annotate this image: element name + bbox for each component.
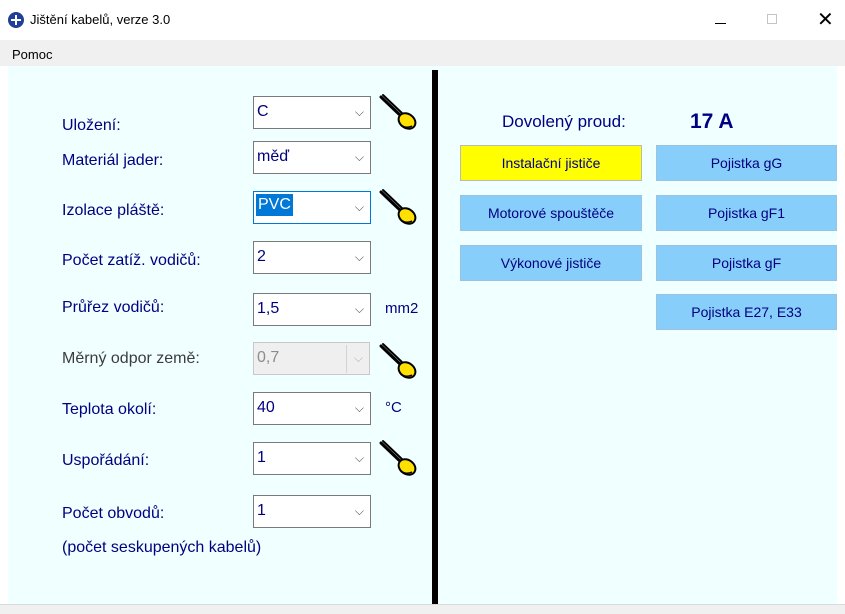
pointing-hand-icon[interactable] (378, 438, 418, 478)
label-usporadani: Uspořádání: (62, 452, 150, 469)
label-pocet-zatiz-vodicu: Počet zatíž. vodičů: (62, 252, 201, 269)
combo-value: PVC (256, 194, 293, 216)
label-teplota-okoli: Teplota okolí: (62, 401, 157, 418)
chevron-down-icon: ⌵ (354, 451, 364, 465)
close-button[interactable]: ✕ (799, 0, 845, 38)
menu-item-pomoc[interactable]: Pomoc (12, 47, 52, 62)
combo-value: 2 (257, 248, 266, 265)
panel-divider (432, 70, 438, 604)
combo-pocet-obvodu[interactable]: 1 ⌵ (253, 495, 371, 528)
note-pocet-seskupenych: (počet seskupených kabelů) (62, 539, 262, 556)
pojistka-gg-button[interactable]: Pojistka gG (656, 145, 837, 181)
chevron-down-icon: ⌵ (354, 401, 364, 415)
combo-prurez-vodicu[interactable]: 1,5 ⌵ (253, 293, 371, 326)
label-izolace-plaste: Izolace pláště: (62, 202, 165, 219)
chevron-down-icon: ⌵ (354, 504, 364, 518)
combo-value: 1,5 (257, 300, 280, 317)
combo-value: 40 (257, 399, 275, 416)
label-prurez-vodicu: Průřez vodičů: (62, 299, 165, 316)
combo-pocet-zatiz-vodicu[interactable]: 2 ⌵ (253, 241, 371, 274)
label-ulozeni: Uložení: (62, 117, 121, 134)
label-merny-odpor-zeme: Měrný odpor země: (62, 350, 200, 367)
pointing-hand-icon[interactable] (378, 92, 418, 132)
pojistka-e27-e33-button[interactable]: Pojistka E27, E33 (656, 294, 837, 330)
motorove-spoustece-button[interactable]: Motorové spouštěče (460, 195, 642, 231)
instalacni-jistice-button[interactable]: Instalační jističe (460, 145, 642, 181)
maximize-icon (767, 14, 777, 24)
menu-bar: Pomoc (0, 40, 845, 66)
allowed-current-value: 17 A (690, 110, 734, 133)
pointing-hand-icon[interactable] (378, 341, 418, 381)
pointing-hand-icon[interactable] (378, 187, 418, 227)
minimize-button[interactable] (702, 0, 748, 38)
pojistka-gf1-button[interactable]: Pojistka gF1 (656, 195, 837, 231)
combo-value: 1 (257, 502, 266, 519)
app-plus-icon (8, 12, 24, 28)
combo-value: měď (257, 148, 290, 165)
allowed-current-label: Dovolený proud: (502, 112, 626, 131)
label-material-jader: Materiál jader: (62, 152, 164, 169)
combo-izolace-plaste[interactable]: PVC ⌵ (253, 191, 371, 224)
maximize-button[interactable] (748, 0, 794, 38)
combo-value: 1 (257, 449, 266, 466)
combo-material-jader[interactable]: měď ⌵ (253, 141, 371, 174)
chevron-down-icon: ⌵ (354, 200, 364, 214)
unit-mm2: mm2 (385, 300, 419, 317)
combo-merny-odpor-zeme: 0,7 ⌵ (253, 342, 370, 375)
minimize-icon (715, 23, 726, 24)
bottom-strip (0, 604, 845, 614)
vykonove-jistice-button[interactable]: Výkonové jističe (460, 245, 642, 281)
chevron-down-icon: ⌵ (353, 351, 363, 365)
chevron-down-icon: ⌵ (354, 250, 364, 264)
pojistka-gf-button[interactable]: Pojistka gF (656, 245, 837, 281)
unit-celsius: °C (385, 399, 402, 416)
combo-ulozeni[interactable]: C ⌵ (253, 96, 371, 129)
combo-value: C (257, 103, 269, 120)
window-title: Jištění kabelů, verze 3.0 (30, 12, 171, 27)
close-icon: ✕ (817, 7, 834, 31)
combo-teplota-okoli[interactable]: 40 ⌵ (253, 392, 371, 425)
combo-usporadani[interactable]: 1 ⌵ (253, 442, 371, 475)
label-pocet-obvodu: Počet obvodů: (62, 505, 165, 522)
title-bar: Jištění kabelů, verze 3.0 ✕ (0, 0, 845, 38)
chevron-down-icon: ⌵ (354, 150, 364, 164)
chevron-down-icon: ⌵ (354, 105, 364, 119)
chevron-down-icon: ⌵ (354, 302, 364, 316)
combo-value: 0,7 (257, 349, 280, 366)
